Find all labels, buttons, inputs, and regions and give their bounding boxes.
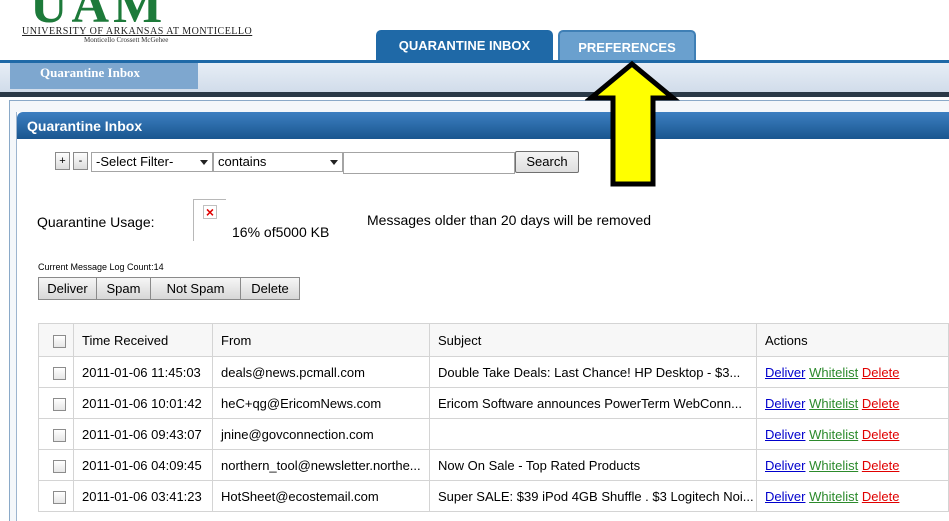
spam-button[interactable]: Spam	[96, 277, 151, 300]
row-from: deals@news.pcmall.com	[212, 356, 430, 388]
row-subject[interactable]	[429, 418, 757, 450]
row-checkbox-cell	[38, 480, 74, 512]
deliver-button[interactable]: Deliver	[38, 277, 97, 300]
row-deliver-link[interactable]: Deliver	[765, 427, 805, 442]
row-delete-link[interactable]: Delete	[862, 458, 900, 473]
row-whitelist-link[interactable]: Whitelist	[809, 427, 858, 442]
university-logo: UAM UNIVERSITY OF ARKANSAS AT MONTICELLO…	[0, 0, 360, 58]
message-table: Time Received From Subject Actions 2011-…	[38, 323, 949, 512]
delete-button[interactable]: Delete	[240, 277, 300, 300]
broken-image-icon: ×	[203, 205, 217, 219]
row-checkbox[interactable]	[53, 459, 66, 473]
row-checkbox[interactable]	[53, 366, 66, 380]
row-from: HotSheet@ecostemail.com	[212, 480, 430, 512]
not-spam-button[interactable]: Not Spam	[150, 277, 241, 300]
add-filter-button[interactable]: +	[55, 152, 70, 170]
select-all-checkbox[interactable]	[53, 334, 66, 348]
usage-percent: 16% of5000 KB	[232, 224, 330, 240]
table-row: 2011-01-06 10:01:42 heC+qg@EricomNews.co…	[38, 387, 949, 419]
header-subject[interactable]: Subject	[429, 323, 757, 357]
row-subject[interactable]: Double Take Deals: Last Chance! HP Deskt…	[429, 356, 757, 388]
row-actions: Deliver Whitelist Delete	[756, 449, 949, 481]
row-actions: Deliver Whitelist Delete	[756, 387, 949, 419]
remove-filter-button[interactable]: -	[73, 152, 88, 170]
row-subject[interactable]: Now On Sale - Top Rated Products	[429, 449, 757, 481]
row-checkbox-cell	[38, 356, 74, 388]
search-input[interactable]	[343, 152, 515, 174]
row-deliver-link[interactable]: Deliver	[765, 365, 805, 380]
row-from: jnine@govconnection.com	[212, 418, 430, 450]
row-checkbox-cell	[38, 387, 74, 419]
divider-bar	[0, 92, 949, 97]
row-deliver-link[interactable]: Deliver	[765, 489, 805, 504]
chevron-down-icon	[200, 160, 208, 165]
search-button[interactable]: Search	[515, 151, 579, 173]
filter-operator-select[interactable]: contains	[213, 152, 343, 172]
row-subject[interactable]: Ericom Software announces PowerTerm WebC…	[429, 387, 757, 419]
row-from: heC+qg@EricomNews.com	[212, 387, 430, 419]
row-delete-link[interactable]: Delete	[862, 396, 900, 411]
row-time: 2011-01-06 04:09:45	[73, 449, 213, 481]
row-whitelist-link[interactable]: Whitelist	[809, 458, 858, 473]
row-whitelist-link[interactable]: Whitelist	[809, 489, 858, 504]
subtab-quarantine-inbox[interactable]: Quarantine Inbox	[10, 63, 198, 89]
row-time: 2011-01-06 11:45:03	[73, 356, 213, 388]
header-actions: Actions	[756, 323, 949, 357]
sub-navigation: Quarantine Inbox	[0, 60, 949, 92]
table-row: 2011-01-06 11:45:03 deals@news.pcmall.co…	[38, 356, 949, 388]
chevron-down-icon	[330, 160, 338, 165]
logo-campuses: Monticello Crossett McGehee	[84, 36, 169, 44]
header-time-received[interactable]: Time Received	[73, 323, 213, 357]
message-log-count: Current Message Log Count:14	[38, 262, 164, 272]
row-actions: Deliver Whitelist Delete	[756, 480, 949, 512]
tab-preferences[interactable]: PREFERENCES	[558, 30, 696, 60]
row-time: 2011-01-06 10:01:42	[73, 387, 213, 419]
table-row: 2011-01-06 04:09:45 northern_tool@newsle…	[38, 449, 949, 481]
table-row: 2011-01-06 03:41:23 HotSheet@ecostemail.…	[38, 480, 949, 512]
row-checkbox-cell	[38, 449, 74, 481]
row-actions: Deliver Whitelist Delete	[756, 418, 949, 450]
retention-note: Messages older than 20 days will be remo…	[367, 212, 652, 228]
row-time: 2011-01-06 09:43:07	[73, 418, 213, 450]
panel-title: Quarantine Inbox	[17, 112, 949, 139]
row-time: 2011-01-06 03:41:23	[73, 480, 213, 512]
row-deliver-link[interactable]: Deliver	[765, 458, 805, 473]
annotation-arrow-up-icon	[585, 60, 680, 187]
row-delete-link[interactable]: Delete	[862, 365, 900, 380]
row-checkbox[interactable]	[53, 428, 66, 442]
row-checkbox[interactable]	[53, 397, 66, 411]
row-delete-link[interactable]: Delete	[862, 489, 900, 504]
filter-field-value: -Select Filter-	[96, 154, 174, 169]
header-from[interactable]: From	[212, 323, 430, 357]
table-row: 2011-01-06 09:43:07 jnine@govconnection.…	[38, 418, 949, 450]
select-all-cell	[38, 323, 74, 357]
tab-quarantine-inbox[interactable]: QUARANTINE INBOX	[376, 30, 553, 60]
row-delete-link[interactable]: Delete	[862, 427, 900, 442]
row-deliver-link[interactable]: Deliver	[765, 396, 805, 411]
row-actions: Deliver Whitelist Delete	[756, 356, 949, 388]
row-whitelist-link[interactable]: Whitelist	[809, 396, 858, 411]
table-header-row: Time Received From Subject Actions	[38, 323, 949, 357]
row-whitelist-link[interactable]: Whitelist	[809, 365, 858, 380]
row-from: northern_tool@newsletter.northe...	[212, 449, 430, 481]
row-checkbox-cell	[38, 418, 74, 450]
filter-operator-value: contains	[218, 154, 267, 169]
row-subject[interactable]: Super SALE: $39 iPod 4GB Shuffle . $3 Lo…	[429, 480, 757, 512]
row-checkbox[interactable]	[53, 490, 66, 504]
quarantine-usage-label: Quarantine Usage:	[37, 214, 155, 230]
filter-field-select[interactable]: -Select Filter-	[91, 152, 213, 172]
